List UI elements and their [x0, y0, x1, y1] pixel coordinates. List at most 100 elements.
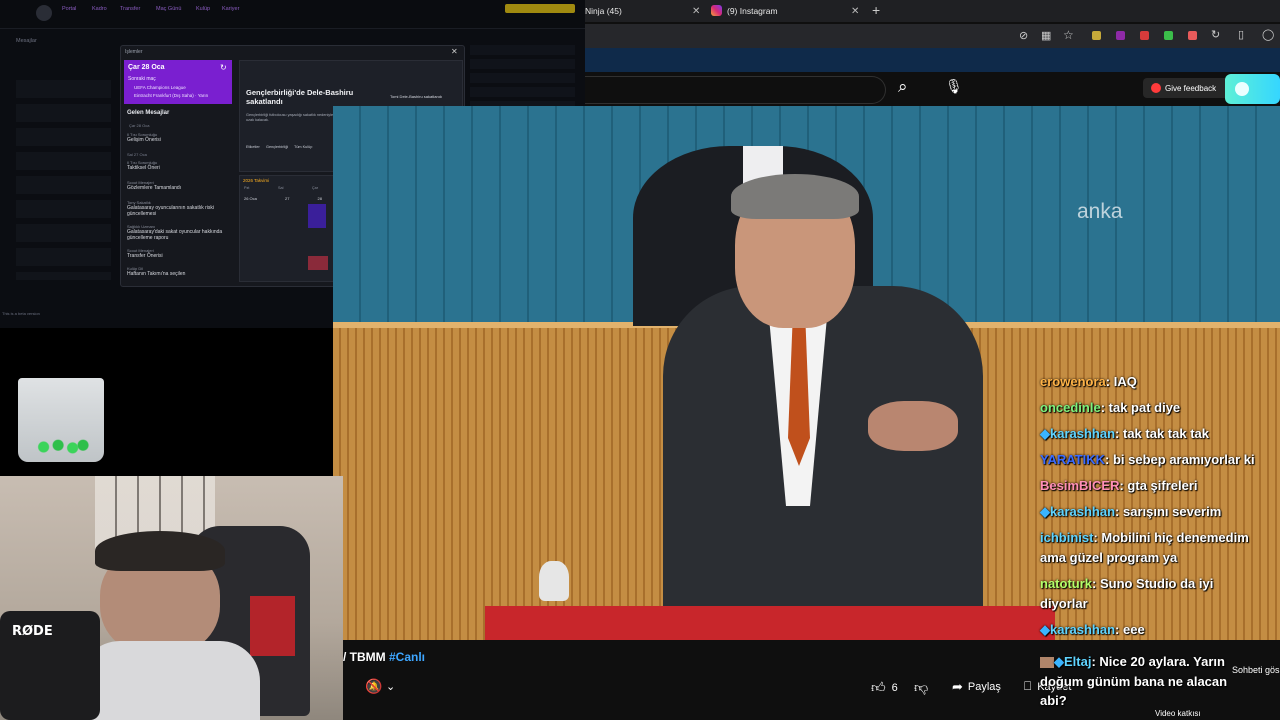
news-tag-all[interactable]: Tüm Kulüp [294, 145, 312, 149]
new-tab-icon[interactable]: + [872, 2, 880, 18]
news-tag-label: Etiketler [246, 145, 260, 149]
dislike-button[interactable]: 👎︎ [914, 679, 928, 696]
extension-icon[interactable] [1140, 31, 1149, 40]
profile-icon[interactable]: ◯ [1262, 28, 1274, 41]
game-nav-squad[interactable]: Kadro [92, 6, 107, 12]
next-match-card[interactable]: Çar 28 Oca ↻ Sonraki maç UEFA Champions … [124, 60, 232, 104]
list-item[interactable]: Scout Menajeri Transfer Önerisi [127, 248, 231, 266]
tab-instagram[interactable]: (9) Instagram ✕ [727, 0, 867, 22]
message-subject: Gelişim Önerisi [127, 137, 161, 143]
refresh-ext-icon[interactable]: ↻ [1211, 28, 1220, 41]
badge-icon: ◆ [1040, 426, 1050, 441]
search-icon[interactable]: ⌕ [898, 77, 908, 97]
share-icon: ➦ [952, 679, 963, 694]
match-event[interactable] [308, 204, 326, 228]
game-nav-club[interactable]: Kulüp [196, 6, 210, 12]
continue-button[interactable] [505, 4, 575, 13]
calendar-title: 2026 Takvimi [243, 178, 270, 183]
share-label: Paylaş [967, 681, 1001, 693]
chevron-down-icon[interactable]: ⌄ [386, 680, 395, 693]
bookmark-icon: ⎕ [1024, 679, 1032, 693]
message-subject: Taktiksel Öneri [127, 165, 160, 171]
match-event[interactable] [308, 256, 328, 270]
list-item[interactable]: Il Tısı Sorumluğu Taktiksel Öneri [127, 160, 231, 180]
like-button[interactable]: 👍︎ 6 [871, 679, 898, 696]
club-logo-icon[interactable] [36, 5, 52, 21]
podium [485, 606, 1055, 640]
inbox-list: Il Tısı Sorumluğu Gelişim Önerisi Sal 27 … [127, 132, 231, 280]
search-input[interactable] [585, 76, 886, 104]
chat-username: karashhan [1050, 426, 1116, 441]
translate-icon[interactable]: ⊘ [1019, 29, 1028, 42]
bookmark-star-icon[interactable]: ☆ [1063, 28, 1074, 42]
chat-text: gta şifreleri [1127, 478, 1198, 493]
news-tag-club[interactable]: Gençlerbirliği [266, 145, 288, 149]
feedback-icon [1151, 83, 1161, 93]
news-side-caption: Tomi Dele-Bashiru sakatlandı [390, 94, 443, 99]
message-subject: Galatasaray oyuncularının sakatlık riski… [127, 205, 214, 217]
competition: UEFA Champions League [134, 85, 186, 90]
close-tab-icon[interactable]: ✕ [851, 6, 859, 17]
calendar-date[interactable]: 28 [317, 196, 321, 201]
chat-username: BesimBICER [1040, 478, 1120, 493]
calendar-day: Çar [311, 186, 318, 190]
close-tab-icon[interactable]: ✕ [692, 6, 700, 17]
extension-icon[interactable] [1188, 31, 1197, 40]
like-count: 6 [891, 681, 898, 694]
apps-icon[interactable]: ▦ [1041, 29, 1051, 42]
game-nav-transfer[interactable]: Transfer [120, 6, 140, 12]
tab-label: Ninja (45) [585, 6, 622, 16]
refresh-icon[interactable]: ↻ [220, 63, 227, 72]
chat-message: ◆karashhan: tak tak tak tak [1040, 426, 1209, 441]
chat-text: Mobilini hiç denemedim [1101, 530, 1249, 545]
bookmarks-bar [585, 48, 1280, 72]
extension-icon[interactable] [1164, 31, 1173, 40]
chat-text: bi sebep aramıyorlar ki [1112, 452, 1255, 467]
tab-ninja[interactable]: Ninja (45) ✕ [585, 0, 705, 22]
chair-accent [250, 596, 295, 656]
chat-message: BesimBICER: gta şifreleri [1040, 478, 1198, 493]
badge-icon: ◆ [1054, 654, 1064, 669]
extension-icon[interactable] [1116, 31, 1125, 40]
watermark: anka [1077, 200, 1123, 223]
opponent: Eintracht Frankfurt (Dış Saha) · Yarın [134, 93, 209, 98]
calendar-date[interactable]: 27 [285, 196, 289, 201]
notification-bell-icon[interactable]: 🔕 [365, 678, 382, 695]
game-nav-matchday[interactable]: Maç Günü [156, 6, 181, 12]
message-list-dim [16, 80, 111, 280]
message-subject: Galatasaray'daki sakat oyuncular hakkınd… [127, 229, 223, 241]
chat-overlay: erowenora: IAQ oncedinle: tak pat diye ◆… [1040, 374, 1280, 648]
live-toggle[interactable] [1225, 74, 1280, 104]
message-subject: Transfer Önerisi [127, 253, 163, 259]
game-nav-career[interactable]: Kariyer [222, 6, 239, 12]
microphone-icon[interactable]: 🎙 [945, 78, 963, 95]
calendar-day: Pzt [244, 186, 250, 190]
chat-message: ◆Eltaj: Nice 20 aylara. Yarın doğum günü… [1040, 654, 1280, 711]
chat-username: Eltaj [1064, 654, 1092, 669]
news-title: Gençlerbirliği'de Dele-Bashiru sakatland… [246, 88, 354, 106]
list-item[interactable]: Scout Menajeri Gözlemlere Tamamlandı [127, 180, 231, 200]
streamer-shirt [80, 641, 260, 720]
chat-username: natoturk [1040, 576, 1092, 591]
share-button[interactable]: ➦ Paylaş [952, 679, 1001, 695]
list-item[interactable]: Tony Sakatlık Galatasaray oyuncularının s… [127, 200, 231, 224]
list-item[interactable]: Il Tısı Sorumluğu Gelişim Önerisi [127, 132, 231, 152]
caption-hashtag[interactable]: #Canlı [389, 650, 425, 664]
list-item[interactable]: Kulüp Dil Haftanın Takımı'na seçilen [127, 266, 231, 280]
game-nav-portal[interactable]: Portal [62, 6, 76, 12]
calendar-date[interactable]: 26 Oca [244, 196, 257, 201]
instagram-icon [711, 5, 722, 16]
chat-text: sarışını severim [1123, 504, 1222, 519]
modal-close-icon[interactable]: ✕ [451, 47, 458, 56]
feedback-label: Give feedback [1165, 83, 1217, 93]
chat-username: erowenora [1040, 374, 1106, 389]
bell [539, 561, 569, 601]
chat-text-continued: abi? [1040, 693, 1067, 708]
extension-icon[interactable] [1092, 31, 1101, 40]
cup-contents [32, 438, 90, 456]
date-label: Çar 28 Oca [128, 64, 165, 71]
tab-bar: Ninja (45) ✕ (9) Instagram ✕ + [585, 0, 1280, 22]
sidebar-icon[interactable]: ▯ [1238, 28, 1244, 41]
list-item[interactable]: Sağlıklı Uzmanı Galatasaray'daki sakat oy… [127, 224, 231, 248]
chat-text: IAQ [1113, 374, 1137, 389]
